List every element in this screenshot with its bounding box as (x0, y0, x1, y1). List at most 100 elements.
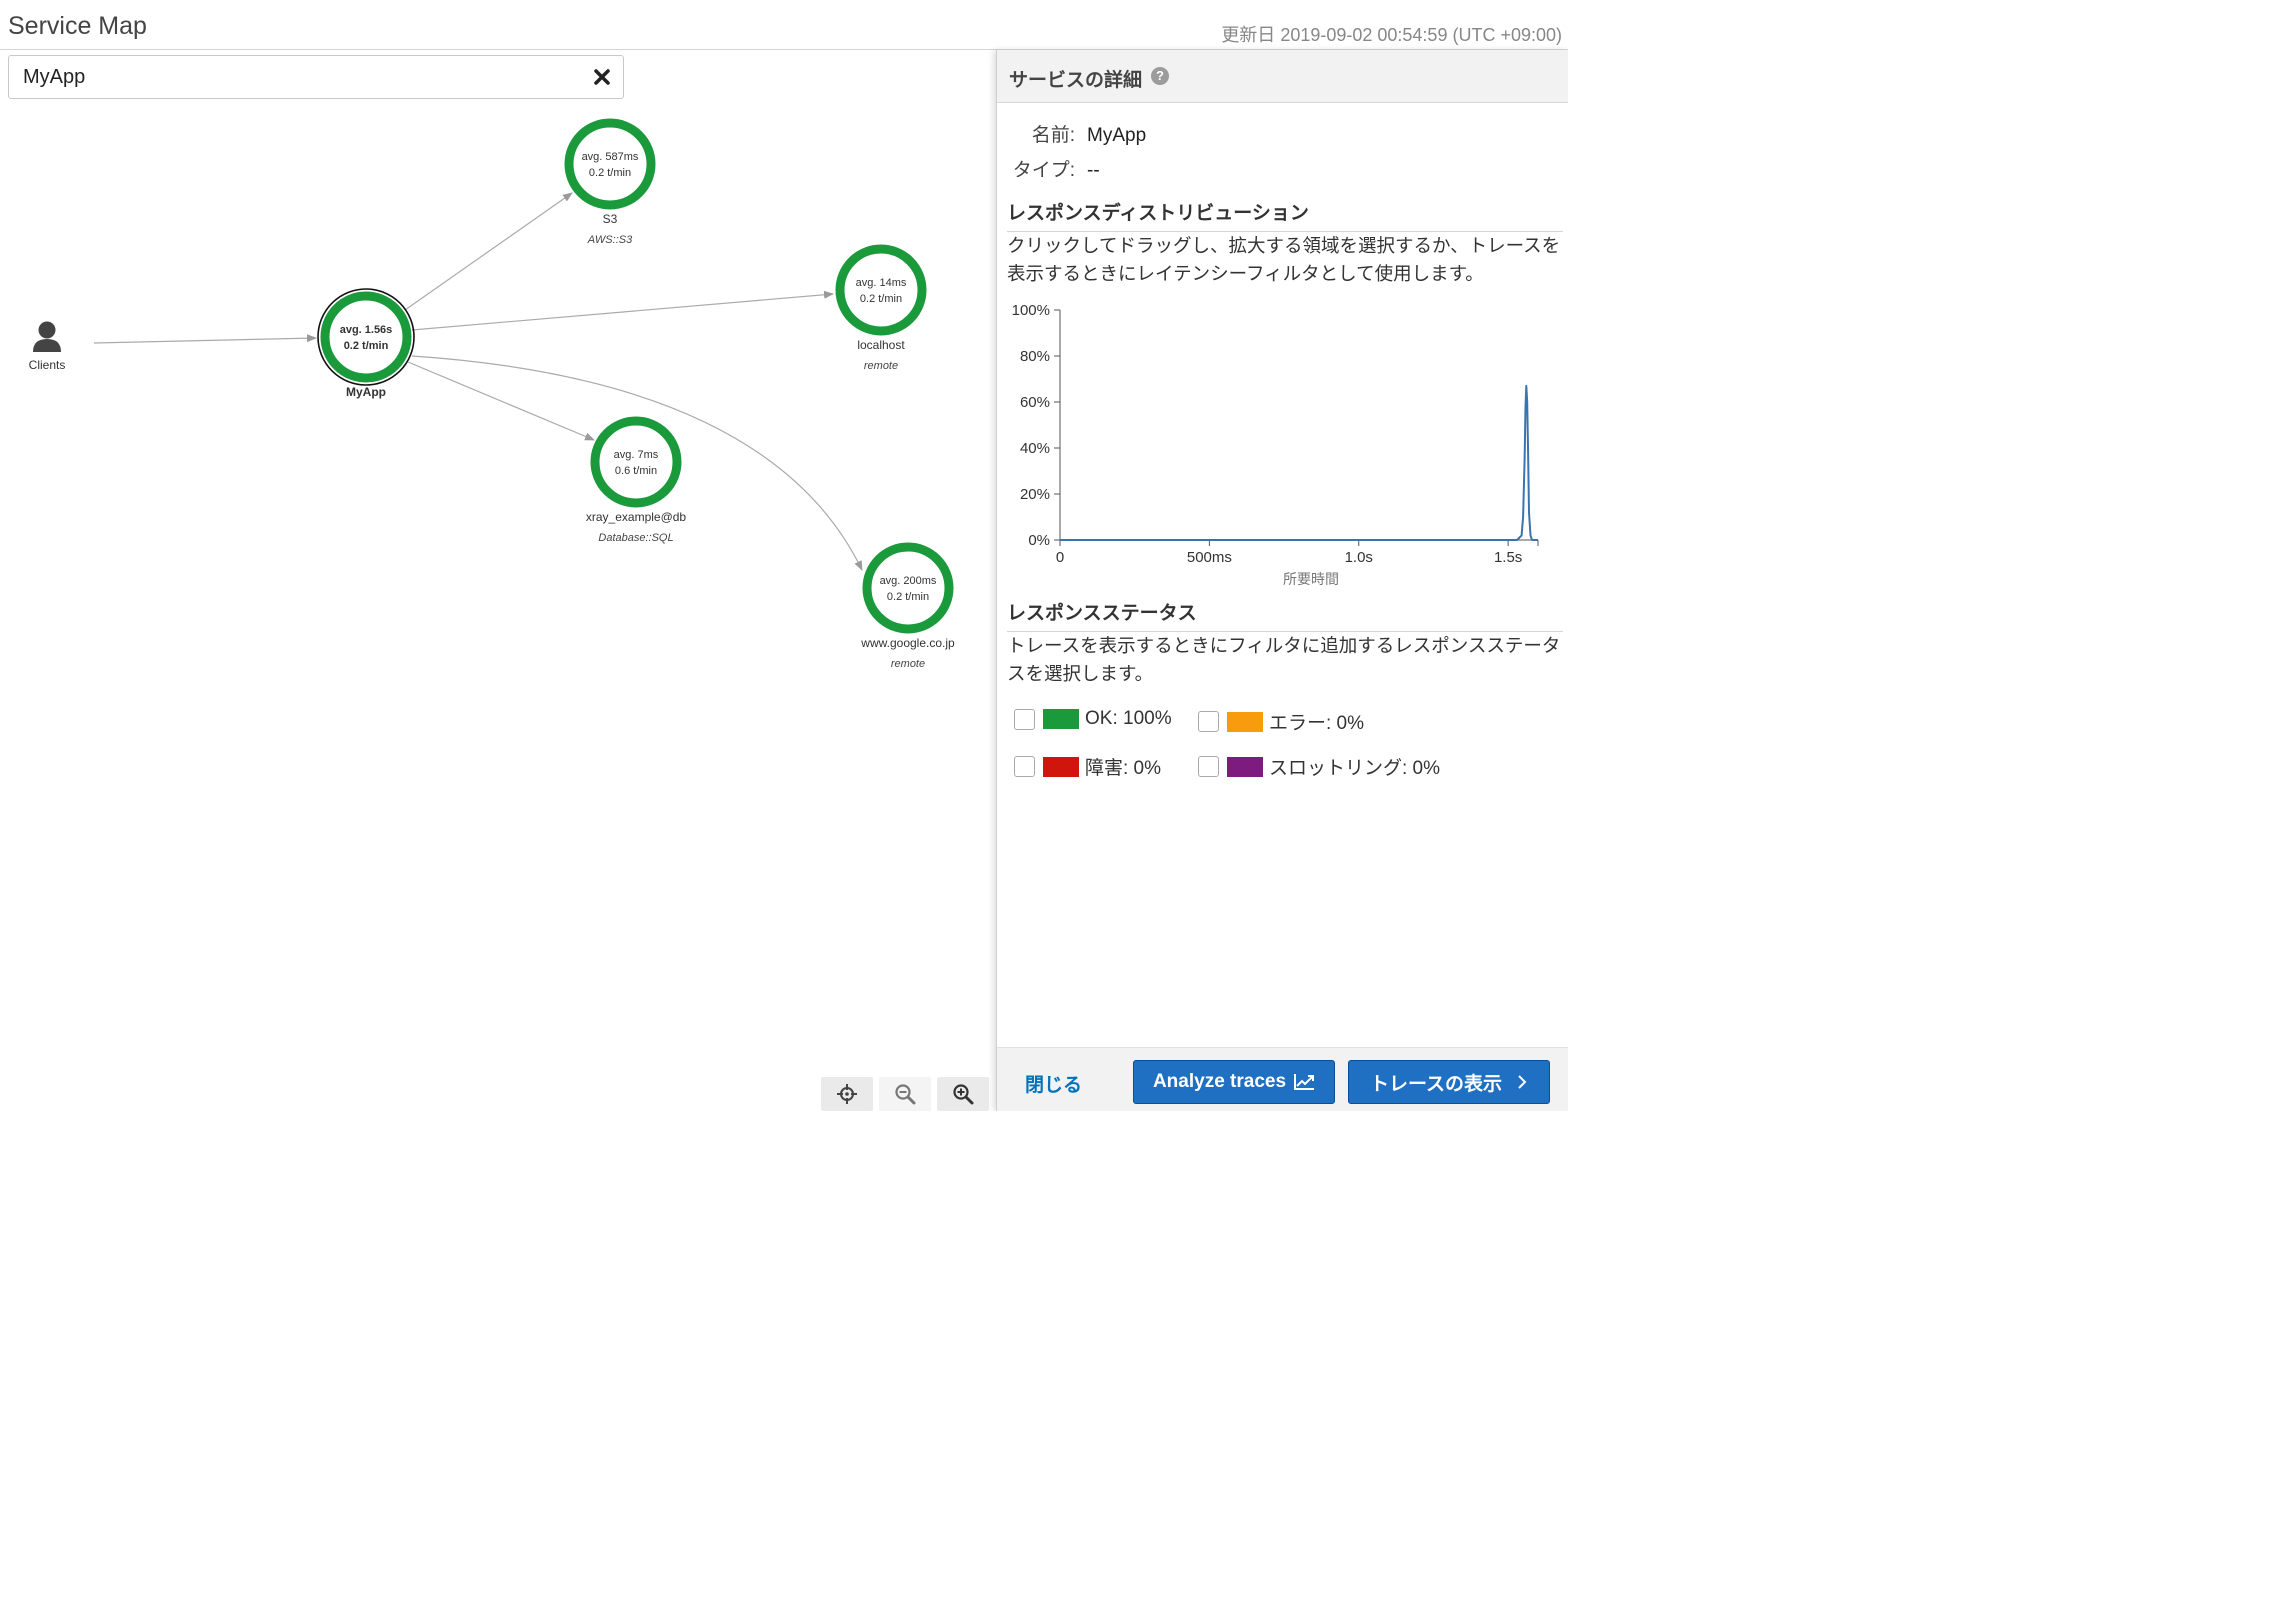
service-details-panel: サービスの詳細 ? 名前: MyApp タイプ: -- レスポンスディストリビューシ… (996, 50, 1568, 1111)
distribution-heading: レスポンスディストリビューション (1007, 198, 1563, 232)
status-fault-label: 障害: 0% (1085, 758, 1162, 779)
zoom-in-button[interactable] (937, 1077, 989, 1111)
node-avg-latency: avg. 1.56s (340, 324, 393, 336)
close-icon[interactable] (591, 66, 613, 88)
status-fault-checkbox[interactable] (1014, 756, 1035, 777)
analyze-traces-label: Analyze traces (1152, 1071, 1287, 1092)
filter-value[interactable]: MyApp (23, 66, 85, 89)
node-name: xray_example@db (586, 510, 687, 524)
node-rate: 0.2 t/min (887, 591, 929, 603)
service-map-canvas[interactable]: Clients avg. 1.56s 0.2 t/min MyApp avg. 587… (0, 100, 996, 1111)
type-label: タイプ: (1012, 160, 1075, 181)
node-type: remote (891, 658, 925, 670)
node-rate: 0.6 t/min (615, 465, 657, 477)
node-health-ring (320, 291, 412, 383)
node-type: remote (864, 360, 898, 372)
edge-clients-myapp (93, 334, 317, 344)
help-icon[interactable]: ? (1151, 67, 1169, 85)
status-throttle-swatch (1227, 756, 1263, 777)
clients-label: Clients (29, 358, 66, 372)
status-error-checkbox[interactable] (1198, 711, 1219, 732)
status-ok-swatch (1043, 709, 1079, 729)
node-avg-latency: avg. 7ms (614, 449, 659, 461)
status-error[interactable]: エラー: 0% (1198, 708, 1364, 735)
edge-myapp-db (407, 361, 595, 441)
status-heading: レスポンスステータス (1007, 598, 1563, 632)
node-rate: 0.2 t/min (589, 167, 631, 179)
distribution-description: クリックしてドラッグし、拡大する領域を選択するか、トレースを表示するときにレイテ… (1007, 235, 1561, 284)
status-ok[interactable]: OK: 100% (1014, 708, 1172, 730)
close-button[interactable]: 閉じる (1025, 1070, 1082, 1097)
status-throttle-checkbox[interactable] (1198, 756, 1219, 777)
node-name: localhost (857, 338, 905, 352)
status-throttle[interactable]: スロットリング: 0% (1198, 753, 1440, 780)
crosshair-icon (837, 1084, 857, 1104)
status-ok-label: OK: 100% (1085, 708, 1172, 729)
y-tick-label: 40% (1020, 440, 1050, 457)
status-error-label: エラー: 0% (1269, 713, 1365, 734)
zoom-out-button[interactable] (879, 1077, 931, 1111)
last-updated-timestamp: 更新日 2019-09-02 00:54:59 (UTC +09:00) (1221, 25, 1562, 45)
distribution-chart-svg[interactable]: 0% 20% 40% 60% 80% 100% 0 500ms 1.0s 1.5s 所要時間 (1003, 296, 1563, 596)
x-axis-label: 所要時間 (1283, 571, 1339, 587)
name-label: 名前: (1031, 125, 1075, 146)
analyze-traces-button[interactable]: Analyze traces (1133, 1060, 1335, 1104)
service-node-myapp[interactable]: avg. 1.56s 0.2 t/min MyApp (317, 288, 415, 399)
clients-node[interactable]: Clients (29, 321, 66, 373)
node-type: Database::SQL (598, 532, 673, 544)
node-avg-latency: avg. 200ms (880, 575, 937, 587)
type-value: -- (1087, 160, 1100, 181)
status-error-swatch (1227, 711, 1263, 732)
chart-line-icon (1294, 1074, 1315, 1090)
edge-myapp-localhost (411, 290, 834, 331)
status-description: トレースを表示するときにフィルタに追加するレスポンスステータスを選択します。 (1007, 635, 1561, 684)
y-tick-label: 100% (1012, 302, 1050, 319)
panel-header: サービスの詳細 ? (997, 50, 1568, 103)
node-name: S3 (603, 212, 618, 226)
y-tick-label: 80% (1020, 348, 1050, 365)
y-tick-label: 0% (1028, 532, 1050, 549)
service-node-db[interactable]: avg. 7ms 0.6 t/min xray_example@db Database… (586, 416, 687, 544)
page-header: Service Map 更新日 2019-09-02 00:54:59 (UTC… (0, 0, 1568, 50)
status-throttle-label: スロットリング: 0% (1269, 758, 1441, 779)
service-type-row: タイプ: -- (997, 155, 1100, 182)
node-rate: 0.2 t/min (860, 293, 902, 305)
panel-title: サービスの詳細 (1009, 70, 1143, 91)
service-node-localhost[interactable]: avg. 14ms 0.2 t/min localhost remote (835, 244, 927, 372)
node-avg-latency: avg. 587ms (582, 151, 639, 163)
service-node-google[interactable]: avg. 200ms 0.2 t/min www.google.co.jp remot… (860, 542, 955, 670)
service-map-graph[interactable]: Clients avg. 1.56s 0.2 t/min MyApp avg. 587… (0, 100, 996, 1111)
x-tick-label: 0 (1056, 549, 1064, 566)
service-name-row: 名前: MyApp (997, 120, 1146, 147)
node-avg-latency: avg. 14ms (856, 277, 907, 289)
node-health-ring (564, 118, 656, 210)
edge-myapp-s3 (404, 192, 573, 311)
node-type: AWS::S3 (587, 234, 633, 246)
name-value: MyApp (1087, 125, 1147, 146)
x-tick-label: 500ms (1187, 549, 1232, 566)
node-health-ring (862, 542, 954, 634)
view-traces-button[interactable]: トレースの表示 (1348, 1060, 1550, 1104)
node-name: MyApp (346, 385, 386, 399)
service-node-s3[interactable]: avg. 587ms0.2 t/minS3AWS::S3 (564, 118, 656, 246)
x-tick-label: 1.0s (1345, 549, 1373, 566)
zoom-in-icon (953, 1084, 974, 1105)
status-fault[interactable]: 障害: 0% (1014, 753, 1161, 780)
center-map-button[interactable] (821, 1077, 873, 1111)
node-health-ring (835, 244, 927, 336)
user-icon (33, 321, 61, 352)
view-traces-label: トレースの表示 (1369, 1073, 1503, 1095)
zoom-out-icon (895, 1084, 916, 1105)
chevron-right-icon (1518, 1075, 1527, 1089)
service-filter-input[interactable]: MyApp (8, 55, 624, 99)
status-ok-checkbox[interactable] (1014, 708, 1035, 730)
map-edges (93, 192, 863, 571)
distribution-series-line (1060, 384, 1538, 541)
response-distribution-chart[interactable]: 0% 20% 40% 60% 80% 100% 0 500ms 1.0s 1.5s 所要時間 (1003, 296, 1563, 596)
node-name: www.google.co.jp (860, 636, 955, 650)
page-title: Service Map (8, 12, 147, 40)
node-health-ring (590, 416, 682, 508)
y-tick-label: 20% (1020, 486, 1050, 503)
panel-footer: 閉じる Analyze traces トレースの表示 (997, 1047, 1568, 1111)
service-map-app: Service Map 更新日 2019-09-02 00:54:59 (UTC… (0, 0, 1568, 1111)
